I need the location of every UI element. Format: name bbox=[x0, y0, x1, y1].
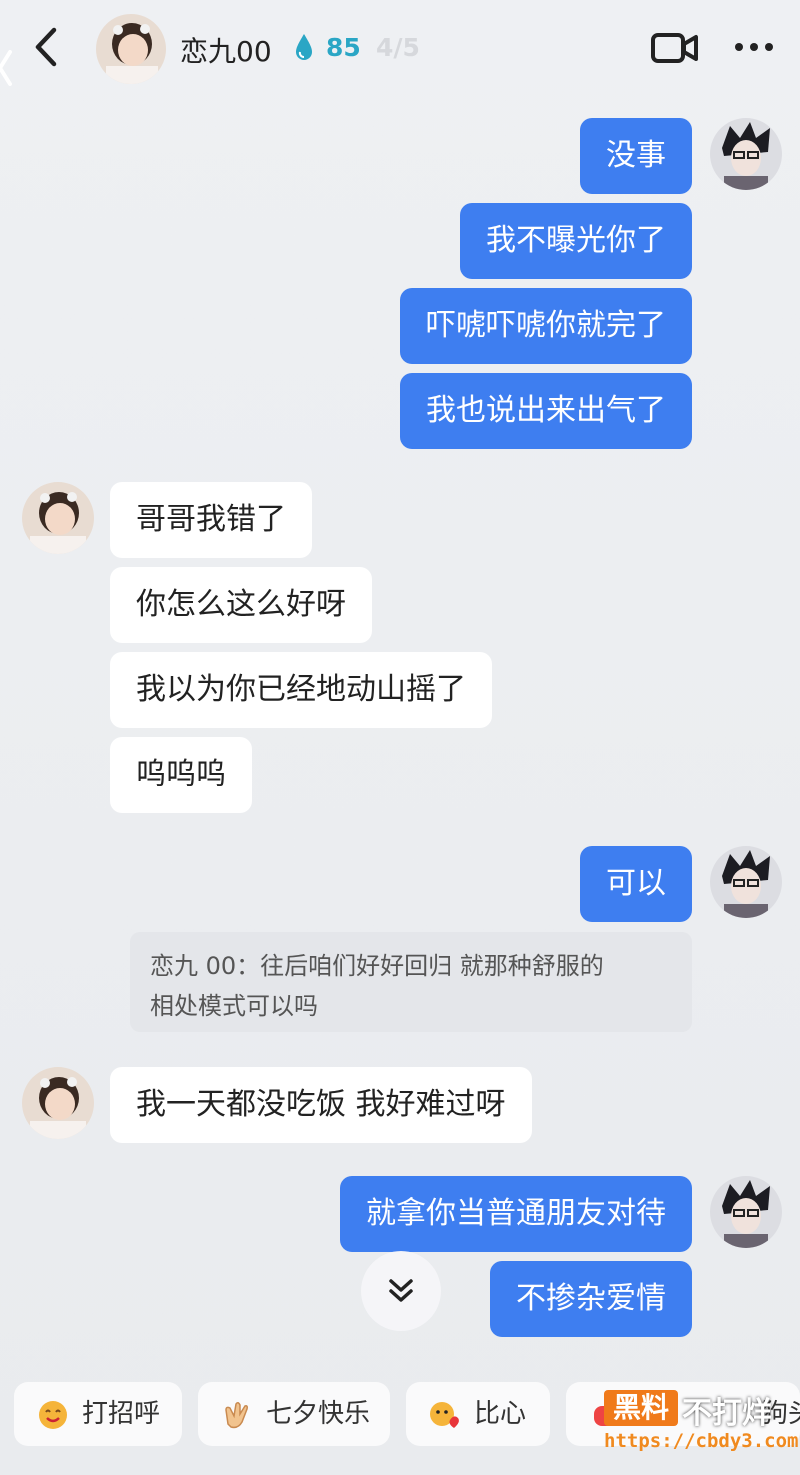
edge-back-gesture-icon bbox=[0, 50, 12, 86]
quick-reply-label: 打招呼 bbox=[82, 1399, 161, 1429]
watermark: 黑料 不打烊 https://cbdy3.com bbox=[604, 1390, 800, 1460]
double-chevron-down-icon bbox=[389, 1279, 413, 1302]
chat-header: 恋九00 85 4/5 bbox=[0, 0, 800, 100]
heart-hand-emoji-icon bbox=[430, 1402, 459, 1428]
my-avatar[interactable] bbox=[710, 846, 782, 918]
outgoing-message[interactable]: 吓唬吓唬你就完了 bbox=[400, 288, 692, 364]
page-indicator: 4/5 bbox=[376, 33, 420, 62]
scroll-to-bottom-button[interactable] bbox=[361, 1251, 441, 1331]
outgoing-message[interactable]: 我也说出来出气了 bbox=[400, 373, 692, 449]
my-avatar[interactable] bbox=[710, 118, 782, 190]
water-drop-icon bbox=[296, 34, 312, 60]
watermark-text: 不打烊 bbox=[682, 1396, 772, 1431]
quoted-text-line: 恋九 00：往后咱们好好回归 就那种舒服的 bbox=[150, 952, 604, 980]
incoming-message[interactable]: 呜呜呜 bbox=[110, 737, 252, 813]
quick-reply-chip[interactable]: 七夕快乐 bbox=[198, 1382, 390, 1446]
outgoing-message[interactable]: 我不曝光你了 bbox=[460, 203, 692, 279]
quoted-reply[interactable]: 恋九 00：往后咱们好好回归 就那种舒服的 相处模式可以吗 bbox=[130, 932, 692, 1032]
incoming-message[interactable]: 你怎么这么好呀 bbox=[110, 567, 372, 643]
contact-message-avatar[interactable] bbox=[22, 1067, 94, 1139]
outgoing-message[interactable]: 就拿你当普通朋友对待 bbox=[340, 1176, 692, 1252]
intimacy-value: 85 bbox=[326, 33, 361, 62]
quick-reply-label: 比心 bbox=[474, 1399, 527, 1429]
wave-emoji-icon bbox=[39, 1401, 67, 1429]
more-options-icon[interactable] bbox=[732, 40, 776, 54]
watermark-url: https://cbdy3.com bbox=[604, 1430, 799, 1452]
quick-reply-chip[interactable]: 比心 bbox=[406, 1382, 550, 1446]
incoming-message[interactable]: 哥哥我错了 bbox=[110, 482, 312, 558]
video-call-icon[interactable] bbox=[650, 30, 700, 66]
watermark-badge: 黑料 bbox=[604, 1390, 678, 1426]
incoming-message[interactable]: 我一天都没吃饭 我好难过呀 bbox=[110, 1067, 532, 1143]
contact-message-avatar[interactable] bbox=[22, 482, 94, 554]
back-chevron-icon[interactable] bbox=[26, 22, 66, 72]
my-avatar[interactable] bbox=[710, 1176, 782, 1248]
outgoing-message[interactable]: 不掺杂爱情 bbox=[490, 1261, 692, 1337]
contact-avatar[interactable] bbox=[96, 14, 166, 84]
quick-reply-chip[interactable]: 打招呼 bbox=[14, 1382, 182, 1446]
clap-emoji-icon bbox=[225, 1401, 248, 1429]
outgoing-message[interactable]: 没事 bbox=[580, 118, 692, 194]
incoming-message[interactable]: 我以为你已经地动山摇了 bbox=[110, 652, 492, 728]
quick-reply-label: 七夕快乐 bbox=[266, 1399, 371, 1429]
quoted-text-line: 相处模式可以吗 bbox=[150, 992, 318, 1020]
outgoing-message[interactable]: 可以 bbox=[580, 846, 692, 922]
contact-name[interactable]: 恋九00 bbox=[180, 30, 272, 70]
